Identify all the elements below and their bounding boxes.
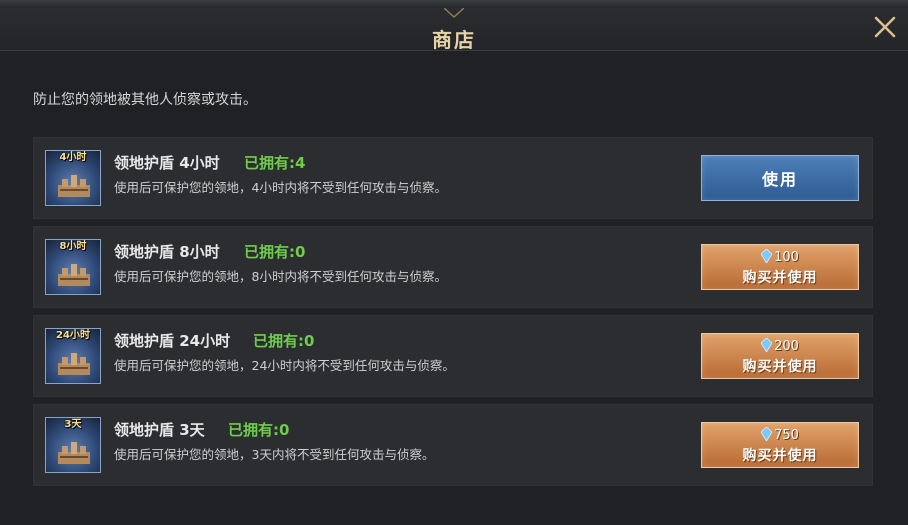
page-title: 商店	[432, 28, 476, 52]
buy-label: 购买并使用	[742, 270, 818, 286]
shop-header: 商店	[0, 8, 908, 52]
buy-and-use-button[interactable]: 750 购买并使用	[701, 422, 859, 468]
shop-item-row: 24小时 领地护盾 24小时 已拥有:0 使用后可保护您的领地，24小时内将不受…	[33, 315, 873, 397]
item-description: 使用后可保护您的领地，24小时内将不受到任何攻击与侦察。	[114, 358, 455, 373]
item-description: 使用后可保护您的领地，3天内将不受到任何攻击与侦察。	[114, 447, 435, 462]
buy-and-use-button[interactable]: 100 购买并使用	[701, 244, 859, 290]
item-name: 领地护盾 24小时	[114, 332, 231, 350]
price-value: 100	[774, 250, 799, 265]
duration-badge: 3天	[64, 419, 82, 430]
close-icon[interactable]	[870, 12, 900, 42]
shield-fortress-icon: 24小时	[45, 328, 101, 384]
ornament-icon	[444, 8, 464, 18]
item-name: 领地护盾 8小时	[114, 243, 220, 261]
buy-label: 购买并使用	[742, 359, 818, 375]
duration-badge: 24小时	[56, 330, 90, 341]
owned-count: 已拥有:4	[244, 154, 306, 172]
item-description: 使用后可保护您的领地，8小时内将不受到任何攻击与侦察。	[114, 269, 447, 284]
gem-icon	[761, 338, 773, 352]
buy-and-use-button[interactable]: 200 购买并使用	[701, 333, 859, 379]
fortress-icon	[58, 442, 90, 464]
gem-icon	[761, 249, 773, 263]
shop-item-row: 3天 领地护盾 3天 已拥有:0 使用后可保护您的领地，3天内将不受到任何攻击与…	[33, 404, 873, 486]
shield-fortress-icon: 4小时	[45, 150, 101, 206]
fortress-icon	[58, 353, 90, 375]
shop-item-row: 4小时 领地护盾 4小时 已拥有:4 使用后可保护您的领地，4小时内将不受到任何…	[33, 137, 873, 219]
shield-fortress-icon: 3天	[45, 417, 101, 473]
price-tag: 750	[702, 427, 858, 443]
fortress-icon	[58, 175, 90, 197]
owned-count: 已拥有:0	[228, 421, 290, 439]
item-name: 领地护盾 3天	[114, 421, 205, 439]
owned-count: 已拥有:0	[253, 332, 315, 350]
duration-badge: 8小时	[59, 241, 87, 252]
shop-description: 防止您的领地被其他人侦察或攻击。	[33, 92, 257, 108]
fortress-icon	[58, 264, 90, 286]
gem-icon	[761, 427, 773, 441]
owned-count: 已拥有:0	[244, 243, 306, 261]
price-tag: 200	[702, 338, 858, 354]
shield-fortress-icon: 8小时	[45, 239, 101, 295]
item-description: 使用后可保护您的领地，4小时内将不受到任何攻击与侦察。	[114, 180, 447, 195]
price-value: 750	[774, 428, 799, 443]
shop-item-row: 8小时 领地护盾 8小时 已拥有:0 使用后可保护您的领地，8小时内将不受到任何…	[33, 226, 873, 308]
price-value: 200	[774, 339, 799, 354]
buy-label: 购买并使用	[742, 448, 818, 464]
use-button[interactable]: 使用	[701, 155, 859, 201]
duration-badge: 4小时	[59, 152, 87, 163]
price-tag: 100	[702, 249, 858, 265]
item-name: 领地护盾 4小时	[114, 154, 220, 172]
